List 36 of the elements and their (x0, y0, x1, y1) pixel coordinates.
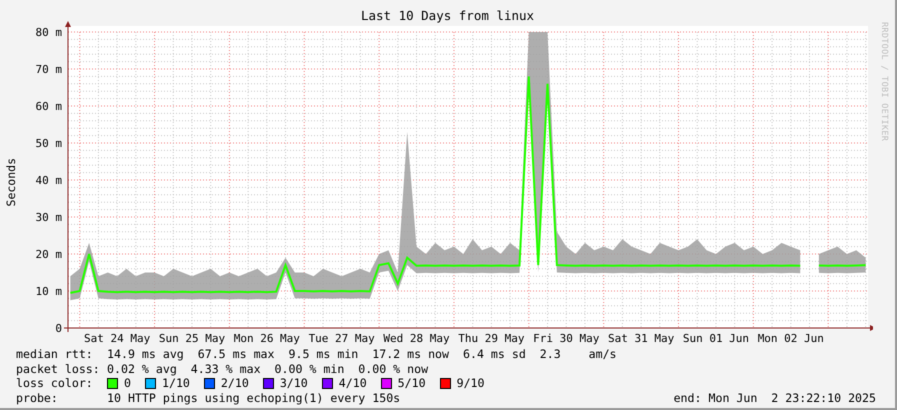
x-tick-label: Wed 28 May (383, 332, 450, 345)
y-tick-label: 0 (55, 322, 62, 335)
legend-text: 0.02 % avg 4.33 % max 0.00 % min 0.00 % now (107, 362, 428, 376)
legend-label: loss color: (16, 376, 94, 390)
y-axis-title: Seconds (4, 158, 18, 207)
legend-label: probe: (16, 390, 59, 405)
swatch-label: 9/10 (456, 376, 485, 390)
swatch-label: 4/10 (338, 376, 367, 390)
y-tick-label: 50 m (35, 137, 62, 150)
x-tick-label: Mon 02 Jun (758, 332, 824, 345)
swatch-label: 1/10 (162, 376, 190, 390)
x-tick-label: Mon 26 May (234, 332, 300, 345)
swatch-label: 2/10 (220, 376, 249, 390)
y-tick-label: 20 m (35, 248, 62, 261)
y-tick-label: 30 m (35, 211, 62, 224)
swatch-label: 3/10 (280, 376, 308, 390)
y-tick-label: 40 m (35, 174, 62, 187)
legend-text: 14.9 ms avg 67.5 ms max 9.5 ms min 17.2 ms now 6.4 ms sd 2.3 am/s (107, 347, 617, 362)
legend-label: packet loss: (16, 362, 101, 376)
y-tick-label: 70 m (35, 63, 62, 76)
x-tick-label: Sun 01 Jun (682, 332, 750, 345)
x-tick-label: Fri 30 May (533, 332, 600, 345)
x-tick-label: Thu 29 May (458, 332, 524, 345)
swatch-label: 0 (124, 376, 131, 390)
end-time: end: Mon Jun 2 23:22:10 2025 (674, 390, 876, 405)
x-tick-label: Sun 25 May (158, 332, 226, 345)
y-tick-label: 80 m (35, 26, 62, 39)
swatch-label: 5/10 (398, 376, 426, 390)
legend-label: median rtt: (16, 347, 94, 362)
x-tick-label: Sat 31 May (608, 332, 674, 345)
x-tick-label: Tue 27 May (308, 332, 375, 345)
x-tick-label: Sat 24 May (84, 332, 150, 345)
y-tick-label: 60 m (35, 100, 62, 113)
chart-title: Last 10 Days from linux (360, 8, 534, 23)
y-tick-label: 10 m (35, 285, 62, 298)
legend-text: 10 HTTP pings using echoping(1) every 150s (107, 390, 400, 405)
